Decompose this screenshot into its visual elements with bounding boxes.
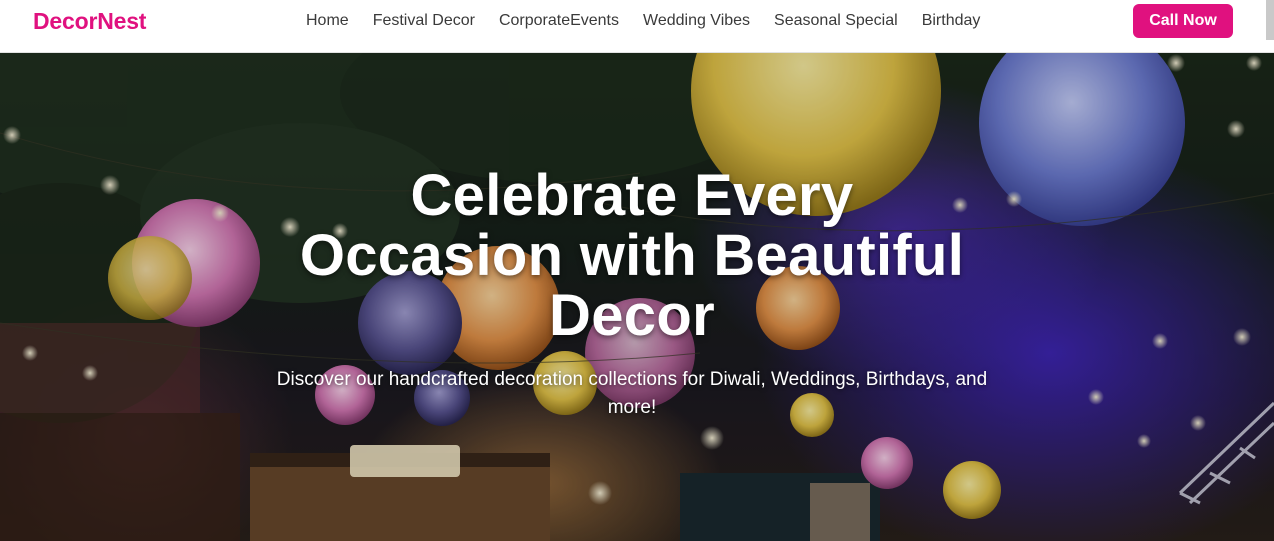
- nav-item-corporate-events[interactable]: CorporateEvents: [499, 12, 619, 30]
- hero-title: Celebrate Every Occasion with Beautiful …: [232, 166, 1032, 346]
- hero-title-line: Occasion with Beautiful: [299, 223, 965, 288]
- call-now-button[interactable]: Call Now: [1133, 4, 1233, 38]
- scrollbar-thumb[interactable]: [1266, 0, 1274, 40]
- nav-item-festival-decor[interactable]: Festival Decor: [373, 12, 475, 30]
- nav-item-home[interactable]: Home: [306, 12, 349, 30]
- hero-section: Celebrate Every Occasion with Beautiful …: [0, 53, 1274, 541]
- hero-title-line: Celebrate Every: [410, 163, 854, 228]
- main-nav: Home Festival Decor CorporateEvents Wedd…: [306, 12, 1004, 30]
- nav-item-birthday[interactable]: Birthday: [922, 12, 981, 30]
- nav-item-wedding-vibes[interactable]: Wedding Vibes: [643, 12, 750, 30]
- hero-content: Celebrate Every Occasion with Beautiful …: [232, 166, 1032, 422]
- brand-logo[interactable]: DecorNest: [33, 8, 146, 35]
- hero-subtitle: Discover our handcrafted decoration coll…: [276, 369, 988, 418]
- hero-title-line: Decor: [549, 283, 715, 348]
- nav-item-seasonal-special[interactable]: Seasonal Special: [774, 12, 898, 30]
- top-navbar: DecorNest Home Festival Decor CorporateE…: [0, 0, 1274, 53]
